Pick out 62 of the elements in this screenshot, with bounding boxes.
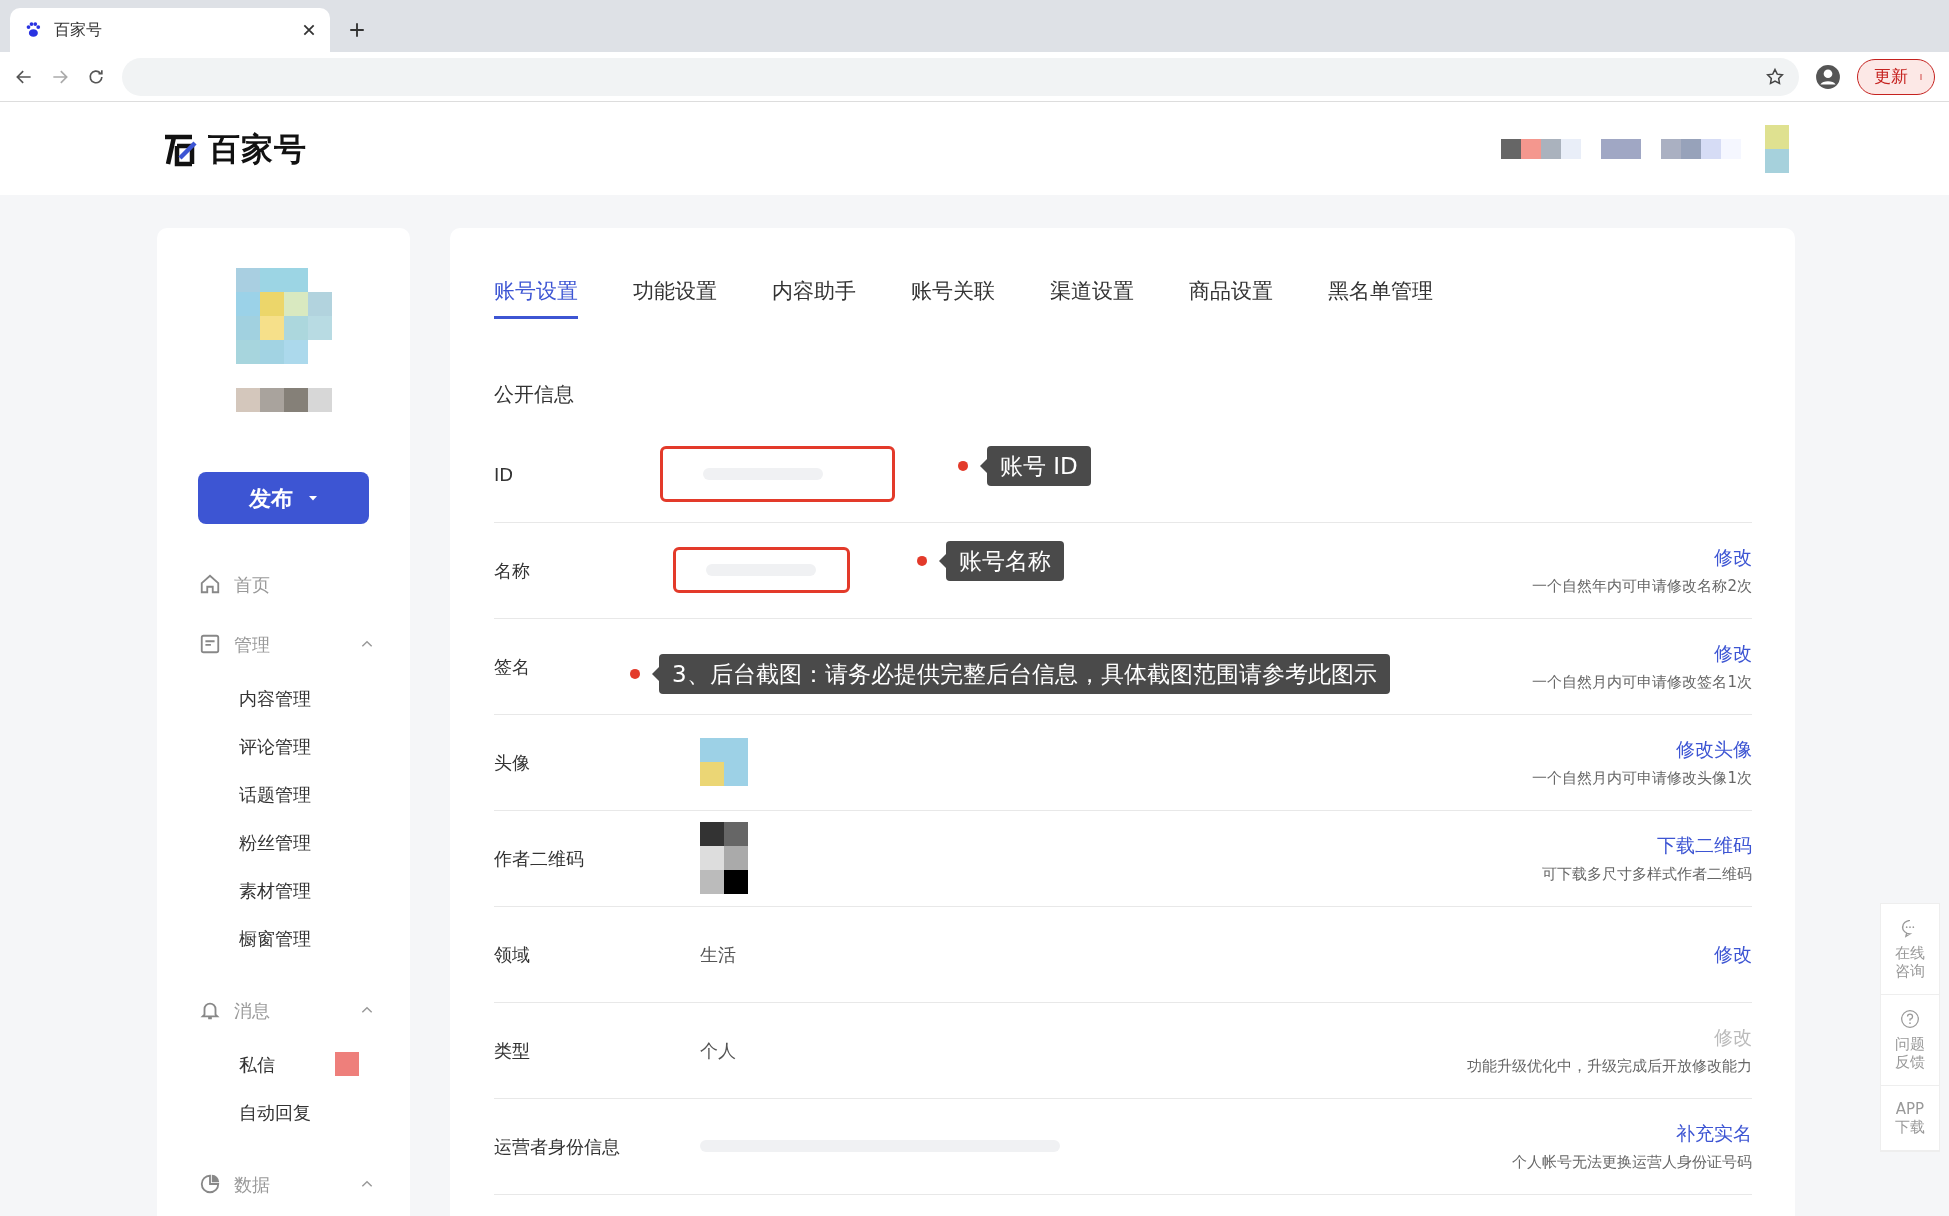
settings-tab[interactable]: 黑名单管理: [1328, 276, 1433, 319]
field-label: ID: [494, 463, 514, 485]
help-icon[interactable]: [1900, 1009, 1920, 1029]
callout-label: 账号 ID: [987, 445, 1091, 487]
field-label: 领域: [494, 943, 530, 965]
home-icon: [199, 573, 221, 595]
field-label: 头像: [494, 751, 530, 773]
settings-tab[interactable]: 渠道设置: [1050, 276, 1134, 319]
pie-chart-icon: [199, 1173, 221, 1195]
edit-link[interactable]: 修改头像: [1676, 734, 1752, 763]
paw-icon: [24, 21, 42, 39]
field-label: 运营者身份信息: [494, 1135, 620, 1157]
account-icon[interactable]: [1815, 63, 1841, 90]
callout-label: 账号名称: [946, 540, 1064, 582]
edit-link[interactable]: 下载二维码: [1657, 830, 1752, 859]
nav-subitem[interactable]: 粉丝管理: [157, 818, 410, 866]
publish-button[interactable]: 发布: [198, 472, 369, 524]
hint-text: 功能升级优化中，升级完成后开放修改能力: [1467, 1056, 1752, 1077]
hint-text: 个人帐号无法更换运营人身份证号码: [1512, 1152, 1752, 1173]
nav-subitem[interactable]: 自动回复: [157, 1088, 410, 1136]
edit-link: 修改: [1714, 1024, 1752, 1050]
blurred-avatar: [1765, 124, 1789, 173]
document-icon: [199, 633, 221, 655]
edit-link[interactable]: 修改: [1714, 542, 1752, 571]
edit-link[interactable]: 补充实名: [1676, 1118, 1752, 1147]
field-value: 生活: [700, 943, 736, 965]
edit-link[interactable]: 修改: [1714, 939, 1752, 969]
field-label: 签名: [494, 655, 530, 677]
nav-subitem[interactable]: 话题管理: [157, 770, 410, 818]
settings-tab[interactable]: 内容助手: [772, 276, 856, 319]
settings-tab[interactable]: 账号设置: [494, 276, 578, 319]
section-title: 公开信息: [494, 380, 575, 408]
settings-tab[interactable]: 商品设置: [1189, 276, 1273, 319]
settings-tab[interactable]: 账号关联: [911, 276, 995, 319]
marker-dot: [917, 556, 927, 566]
field-label: 作者二维码: [494, 847, 584, 869]
nav-subitem[interactable]: 橱窗管理: [157, 914, 410, 962]
close-icon[interactable]: [302, 23, 316, 37]
nav-subitem[interactable]: 内容管理: [157, 674, 410, 722]
star-icon[interactable]: [1765, 66, 1785, 87]
marker-dot: [630, 669, 640, 679]
plus-icon[interactable]: [348, 21, 366, 39]
hint-text: 一个自然月内可申请修改头像1次: [1532, 768, 1752, 789]
hint-text: 一个自然年内可申请修改名称2次: [1532, 576, 1752, 597]
nav-subitem[interactable]: 评论管理: [157, 722, 410, 770]
blurred-avatar: [700, 738, 748, 786]
edit-link[interactable]: 修改: [1714, 638, 1752, 667]
blurred-qr-code: [700, 822, 748, 894]
marker-dot: [958, 461, 968, 471]
browser-tab[interactable]: 百家号: [10, 8, 330, 52]
hint-text: 可下载多尺寸多样式作者二维码: [1542, 864, 1752, 885]
field-label: 名称: [494, 559, 530, 581]
update-button[interactable]: 更新: [1857, 58, 1935, 95]
tab-title: 百家号: [54, 19, 103, 41]
nav-subitem[interactable]: 素材管理: [157, 866, 410, 914]
logo-text: 百家号: [208, 128, 307, 170]
field-value: 个人: [700, 1039, 736, 1061]
hint-text: 一个自然月内可申请修改签名1次: [1532, 672, 1752, 693]
callout-label: 3、后台截图：请务必提供完整后台信息，具体截图范围请参考此图示: [659, 653, 1390, 695]
settings-tab[interactable]: 功能设置: [633, 276, 717, 319]
nav-subitem[interactable]: 私信: [157, 1040, 410, 1088]
field-label: 类型: [494, 1039, 530, 1061]
